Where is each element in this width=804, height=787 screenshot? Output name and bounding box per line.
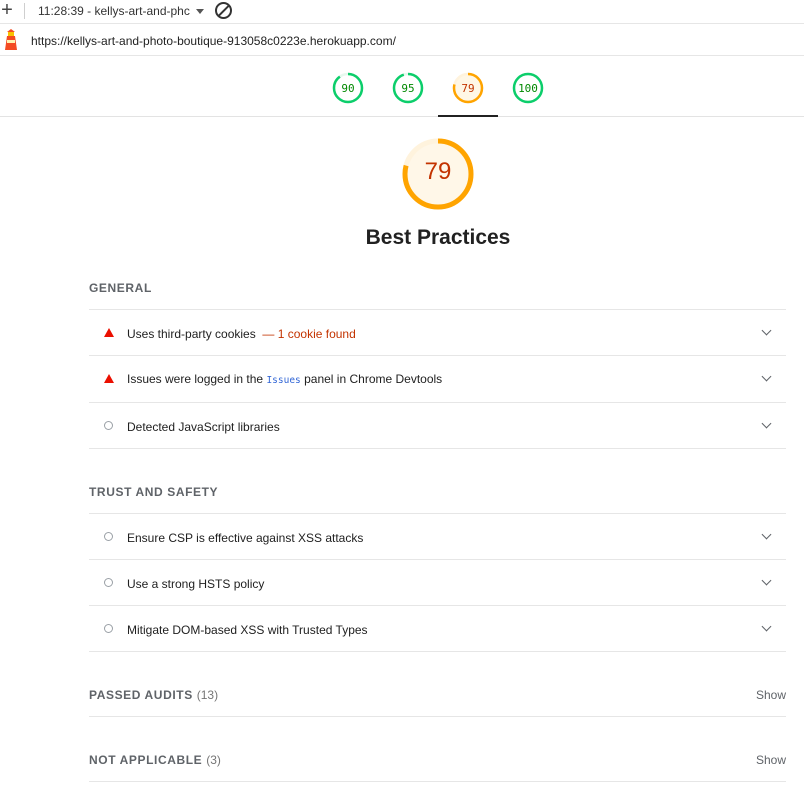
section-heading-passed[interactable]: PASSED AUDITS (13) [89, 688, 218, 702]
chevron-down-icon[interactable] [761, 371, 772, 382]
divider [89, 716, 786, 717]
gauge-score: 95 [401, 82, 415, 95]
gauge-performance[interactable]: 90 [318, 56, 378, 116]
section-heading-not-applicable[interactable]: NOT APPLICABLE (3) [89, 753, 221, 767]
lighthouse-icon [5, 29, 17, 50]
audit-title: Issues were logged in the Issues panel i… [127, 372, 442, 386]
gauge-best-practices[interactable]: 79 [438, 56, 498, 117]
issues-code: Issues [266, 375, 301, 386]
audit-trusted-types[interactable]: Mitigate DOM-based XSS with Trusted Type… [89, 606, 786, 651]
gauge-accessibility[interactable]: 95 [378, 56, 438, 116]
audit-title: Detected JavaScript libraries [127, 420, 280, 434]
caret-down-icon[interactable] [196, 9, 204, 14]
page-url[interactable]: https://kellys-art-and-photo-boutique-91… [31, 34, 396, 48]
chevron-down-icon[interactable] [761, 575, 772, 586]
audit-title: Mitigate DOM-based XSS with Trusted Type… [127, 623, 368, 637]
not-applicable-heading-text: NOT APPLICABLE [89, 753, 203, 767]
audit-title: Ensure CSP is effective against XSS atta… [127, 531, 364, 545]
category-title: Best Practices [365, 226, 511, 249]
audit-issues-logged[interactable]: Issues were logged in the Issues panel i… [89, 356, 786, 401]
warning-triangle-icon [104, 374, 114, 383]
info-circle-icon [104, 421, 113, 430]
devtools-toolbar: + 11:28:39 - kellys-art-and-phc [0, 0, 804, 24]
url-bar: https://kellys-art-and-photo-boutique-91… [0, 24, 804, 56]
audit-hsts[interactable]: Use a strong HSTS policy [89, 560, 786, 605]
info-circle-icon [104, 624, 113, 633]
audit-title: Uses third-party cookies — 1 cookie foun… [127, 327, 356, 341]
gauge-seo[interactable]: 100 [498, 56, 558, 116]
audit-third-party-cookies[interactable]: Uses third-party cookies — 1 cookie foun… [89, 310, 786, 355]
gauge-score: 100 [518, 82, 538, 95]
section-heading-trust: TRUST AND SAFETY [89, 485, 219, 499]
info-circle-icon [104, 578, 113, 587]
block-icon[interactable] [215, 2, 232, 19]
info-circle-icon [104, 532, 113, 541]
gauge-score: 79 [461, 82, 475, 95]
plus-icon[interactable]: + [0, 0, 14, 22]
audit-js-libraries[interactable]: Detected JavaScript libraries [89, 403, 786, 448]
audit-title-text: Uses third-party cookies [127, 327, 256, 341]
audit-title-text: panel in Chrome Devtools [304, 372, 443, 386]
audit-csp-xss[interactable]: Ensure CSP is effective against XSS atta… [89, 514, 786, 559]
category-score: 79 [424, 158, 452, 185]
divider [89, 448, 786, 449]
divider [89, 651, 786, 652]
audit-warning: — 1 cookie found [262, 327, 356, 341]
report-session-select[interactable]: 11:28:39 - kellys-art-and-phc [38, 4, 190, 18]
passed-heading-text: PASSED AUDITS [89, 688, 193, 702]
chevron-down-icon[interactable] [761, 325, 772, 336]
warning-triangle-icon [104, 328, 114, 337]
show-not-applicable-button[interactable]: Show [756, 753, 786, 767]
toolbar-divider [24, 3, 25, 19]
chevron-down-icon[interactable] [761, 418, 772, 429]
passed-count: (13) [196, 688, 219, 702]
not-applicable-count: (3) [206, 753, 221, 767]
divider [89, 781, 786, 782]
gauge-score: 90 [341, 82, 355, 95]
audit-title-text: Issues were logged in the [127, 372, 264, 386]
section-heading-general: GENERAL [89, 281, 152, 295]
audit-title: Use a strong HSTS policy [127, 577, 265, 591]
show-passed-button[interactable]: Show [756, 688, 786, 702]
score-gauges-bar: 90 95 79 100 [0, 56, 804, 117]
chevron-down-icon[interactable] [761, 621, 772, 632]
chevron-down-icon[interactable] [761, 529, 772, 540]
